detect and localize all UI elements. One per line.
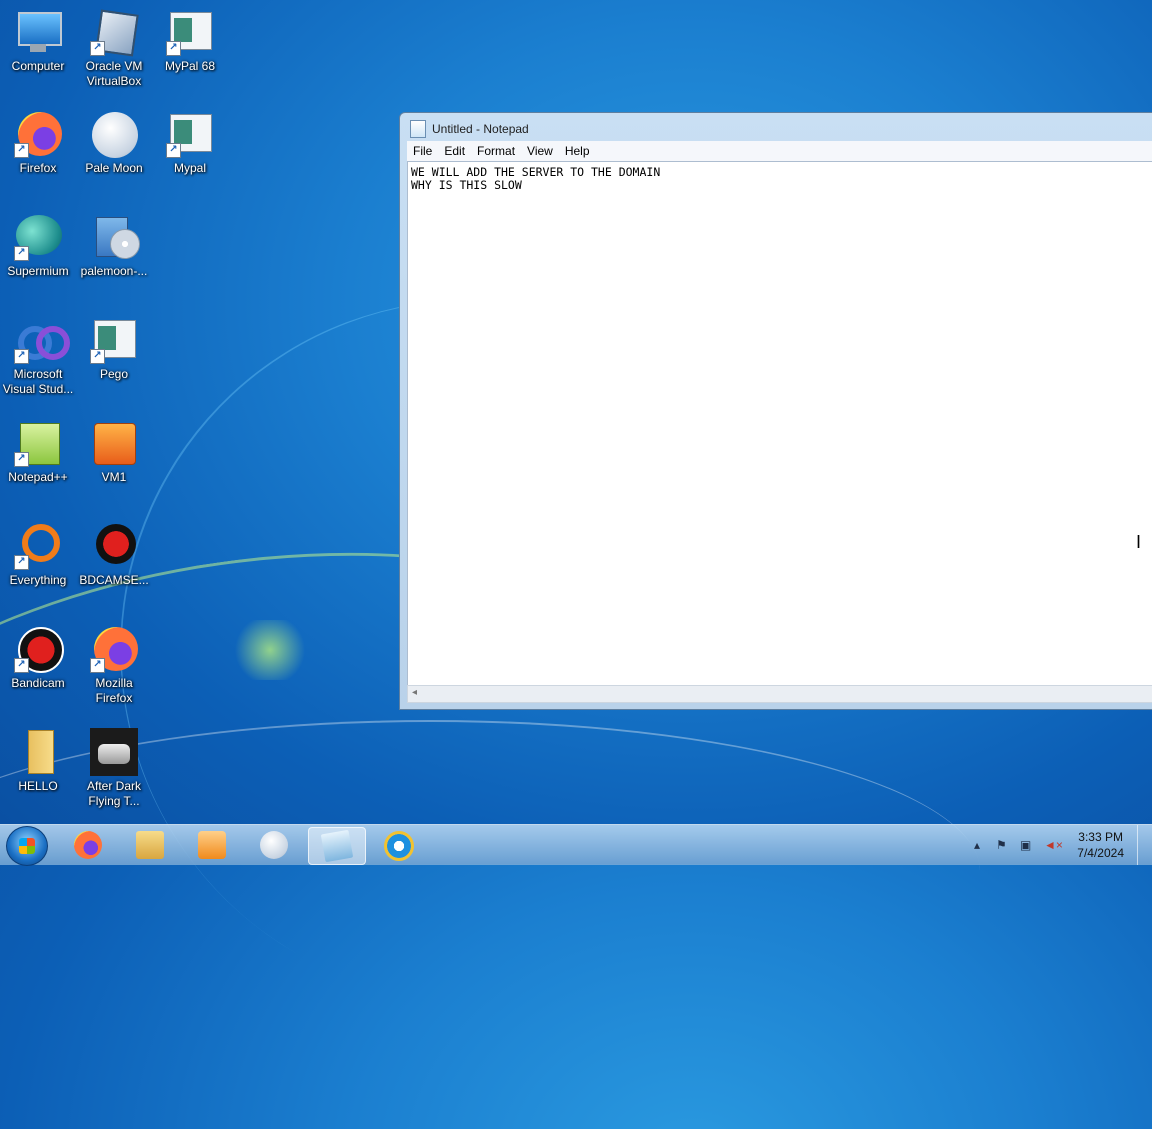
supermium-icon: ↗	[14, 213, 62, 261]
window-title: Untitled - Notepad	[432, 122, 529, 136]
vm-icon	[90, 419, 138, 467]
notepadpp-icon: ↗	[14, 419, 62, 467]
show-hidden-icons-icon[interactable]: ▴	[974, 838, 980, 852]
desktop-icon-notepadpp[interactable]: ↗ Notepad++	[0, 419, 76, 485]
desktop-icon-vm1[interactable]: VM1	[76, 419, 152, 485]
network-icon[interactable]: ▣	[1020, 838, 1031, 852]
visual-studio-icon: ↗	[14, 316, 70, 364]
desktop-icon-mypal68[interactable]: ↗ MyPal 68	[152, 8, 228, 74]
palemoon-icon	[90, 110, 138, 158]
taskbar-firefox[interactable]	[60, 827, 116, 863]
toaster-icon	[90, 728, 138, 776]
palemoon-icon	[260, 831, 288, 859]
installer-icon	[90, 213, 140, 261]
computer-icon	[14, 8, 62, 56]
taskbar-notepad[interactable]	[308, 827, 366, 865]
menu-file[interactable]: File	[407, 144, 438, 158]
desktop-icon-visual-studio[interactable]: ↗ Microsoft Visual Stud...	[0, 316, 76, 397]
taskbar-media-player[interactable]	[184, 827, 240, 863]
system-tray: ▴ ⚑ ▣ ◄× 3:33 PM 7/4/2024	[952, 825, 1152, 865]
notepad-icon	[320, 829, 354, 863]
menu-edit[interactable]: Edit	[438, 144, 471, 158]
desktop-icon-supermium[interactable]: ↗ Supermium	[0, 213, 76, 279]
desktop-icon-palemoon-installer[interactable]: palemoon-...	[76, 213, 152, 279]
bandicam-setup-icon	[90, 522, 138, 570]
windows-logo-icon	[19, 838, 35, 854]
desktop-icon-bdcamsetup[interactable]: BDCAMSE...	[76, 522, 152, 588]
desktop-icon-after-dark[interactable]: After Dark Flying T...	[76, 728, 152, 809]
desktop-icon-everything[interactable]: ↗ Everything	[0, 522, 76, 588]
window-app-icon: ↗	[90, 316, 138, 364]
explorer-icon	[136, 831, 164, 859]
bandicam-icon: ↗	[14, 625, 64, 673]
desktop-icon-pego[interactable]: ↗ Pego	[76, 316, 152, 382]
scroll-left-icon[interactable]: ◂	[412, 687, 417, 698]
notepad-icon	[410, 120, 426, 138]
mypal-icon: ↗	[166, 110, 214, 158]
volume-muted-icon[interactable]: ◄×	[1044, 838, 1063, 852]
everything-icon: ↗	[14, 522, 62, 570]
taskbar-palemoon[interactable]	[246, 827, 302, 863]
firefox-icon: ↗	[14, 110, 62, 158]
horizontal-scrollbar[interactable]: ◂	[407, 685, 1152, 703]
desktop-icon-hello-folder[interactable]: HELLO	[0, 728, 76, 794]
notepad-window[interactable]: Untitled - Notepad File Edit Format View…	[399, 112, 1152, 710]
show-desktop-button[interactable]	[1137, 825, 1152, 865]
clock-date: 7/4/2024	[1077, 846, 1124, 860]
text-cursor-icon: I	[1136, 532, 1142, 552]
clock-time: 3:33 PM	[1078, 830, 1123, 844]
menu-help[interactable]: Help	[559, 144, 596, 158]
start-button[interactable]	[6, 826, 48, 866]
text-line: WHY IS THIS SLOW	[411, 178, 522, 192]
action-center-flag-icon[interactable]: ⚑	[996, 838, 1007, 852]
desktop-icon-mypal[interactable]: ↗ Mypal	[152, 110, 228, 176]
media-player-icon	[198, 831, 226, 859]
clock[interactable]: 3:33 PM 7/4/2024	[1077, 829, 1124, 861]
desktop-icon-computer[interactable]: Computer	[0, 8, 76, 74]
firefox-icon	[74, 831, 102, 859]
mypal-icon: ↗	[166, 8, 214, 56]
menu-format[interactable]: Format	[471, 144, 521, 158]
text-editor[interactable]: WE WILL ADD THE SERVER TO THE DOMAIN WHY…	[407, 161, 1152, 687]
taskbar-internet-explorer[interactable]	[370, 827, 426, 863]
firefox-icon: ↗	[90, 625, 138, 673]
taskbar-explorer[interactable]	[122, 827, 178, 863]
desktop-icon-palemoon[interactable]: Pale Moon	[76, 110, 152, 176]
desktop-icon-mozilla-firefox[interactable]: ↗ Mozilla Firefox	[76, 625, 152, 706]
desktop-icon-bandicam[interactable]: ↗ Bandicam	[0, 625, 76, 691]
taskbar: ▴ ⚑ ▣ ◄× 3:33 PM 7/4/2024	[0, 824, 1152, 866]
folder-icon	[14, 728, 62, 776]
menu-bar: File Edit Format View Help	[407, 141, 1152, 161]
desktop-icon-firefox[interactable]: ↗ Firefox	[0, 110, 76, 176]
menu-view[interactable]: View	[521, 144, 559, 158]
internet-explorer-icon	[384, 831, 414, 861]
virtualbox-icon: ↗	[90, 8, 139, 57]
desktop-icon-virtualbox[interactable]: ↗ Oracle VM VirtualBox	[76, 8, 152, 89]
